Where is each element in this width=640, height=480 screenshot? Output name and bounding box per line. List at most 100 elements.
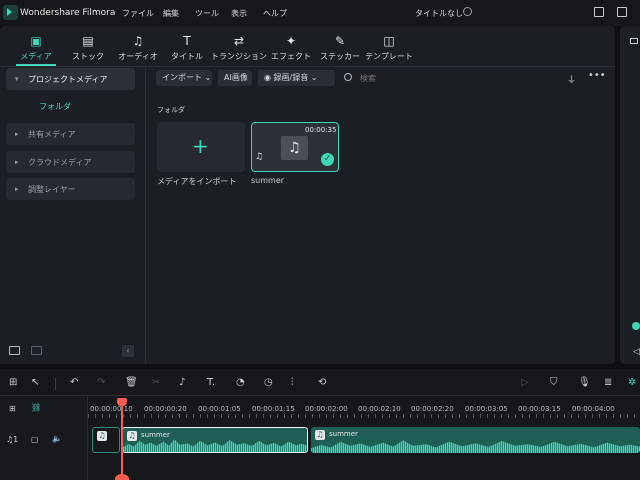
text-icon[interactable]: T.	[207, 377, 215, 389]
tab-stock[interactable]: ▤ ストック	[68, 30, 108, 64]
tab-media[interactable]: ▣ メディア	[16, 30, 56, 64]
save-status-icon	[463, 7, 472, 16]
audio-clip-stub[interactable]: ♫	[92, 427, 120, 453]
chevron-down-icon: ⌄	[204, 73, 212, 82]
tab-transition[interactable]: ⇄ トランジション	[211, 30, 267, 64]
sidebar-item-adjustment-layer[interactable]: ▸ 調整レイヤー	[6, 178, 135, 200]
folder-icon[interactable]: ▢	[31, 435, 39, 444]
ruler-label: 00:00:03:05	[465, 405, 508, 413]
filter-icon[interactable]: ⏚	[567, 73, 579, 86]
chevron-right-icon: ▸	[15, 185, 19, 193]
stock-icon: ▤	[82, 34, 94, 48]
folder-icon[interactable]	[31, 346, 42, 355]
tab-effect[interactable]: ✦ エフェクト	[271, 30, 311, 64]
preview-panel	[620, 26, 640, 364]
menu-view[interactable]: 表示	[231, 8, 247, 19]
sidebar-item-project-media[interactable]: ▾ プロジェクトメディア	[6, 68, 135, 90]
effect-icon: ✦	[285, 34, 297, 48]
collapse-sidebar-button[interactable]: ‹	[122, 345, 134, 357]
speaker-icon[interactable]: 🔈	[52, 434, 62, 443]
record-icon: ◉	[264, 73, 271, 82]
sidebar-item-shared-media[interactable]: ▸ 共有メディア	[6, 123, 135, 145]
ruler-label: 00:00:02:20	[411, 405, 454, 413]
menu-file[interactable]: ファイル	[122, 8, 154, 19]
menu-edit[interactable]: 編集	[163, 8, 179, 19]
audio-clip[interactable]: ♫ summer	[122, 427, 308, 453]
chevron-down-icon: ⌄	[310, 73, 318, 82]
transition-icon: ⇄	[233, 34, 245, 48]
audio-mixer-icon[interactable]: ≣	[604, 377, 612, 389]
sidebar-item-folder[interactable]: フォルダ	[39, 101, 71, 112]
sidebar-item-cloud-media[interactable]: ▸ クラウドメディア	[6, 151, 135, 173]
folder-heading: フォルダ	[157, 106, 185, 114]
playhead-bottom-handle[interactable]	[115, 474, 129, 480]
media-name: summer	[251, 176, 285, 185]
delete-icon[interactable]: 🗑	[125, 377, 138, 389]
layout-icon[interactable]	[594, 7, 604, 17]
settings-gear-icon[interactable]: ✲	[628, 377, 636, 389]
ruler-label: 00:00:02:10	[358, 405, 401, 413]
menu-help[interactable]: ヘルプ	[263, 8, 287, 19]
render-icon[interactable]: ▷	[521, 377, 529, 389]
link-icon[interactable]: ⛓	[31, 403, 41, 412]
sticker-icon: ✎	[334, 34, 346, 48]
timer-icon[interactable]: ◷	[264, 377, 273, 389]
grid-icon[interactable]: ⊞	[9, 377, 17, 389]
audio-edit-icon[interactable]: ♪	[179, 377, 185, 389]
preview-icon[interactable]	[630, 38, 638, 44]
chevron-right-icon: ▸	[15, 130, 19, 138]
search-input[interactable]	[360, 72, 440, 84]
export-icon[interactable]	[617, 7, 627, 17]
media-icon: ▣	[30, 34, 42, 48]
audio-clip[interactable]: ♫ summer	[311, 427, 640, 453]
tab-template[interactable]: ◫ テンプレート	[364, 30, 414, 64]
ruler-label: 00:00:03:15	[518, 405, 561, 413]
tab-audio[interactable]: ♫ オーディオ	[116, 30, 160, 64]
plus-icon: +	[192, 134, 209, 158]
microphone-icon[interactable]: 🎙	[578, 377, 591, 389]
preview-scrub-handle[interactable]	[632, 322, 640, 330]
audio-track-icon: ♫1	[6, 435, 19, 444]
media-tab-bar: ▣ メディア ▤ ストック ♫ オーディオ T タイトル ⇄ トランジション ✦…	[6, 30, 616, 64]
select-arrow-icon[interactable]: ↖	[31, 377, 39, 389]
tab-sticker[interactable]: ✎ ステッカー	[320, 30, 360, 64]
ruler-label: 00:00:04:00	[572, 405, 615, 413]
import-dropdown[interactable]: インポート ⌄	[156, 70, 212, 86]
marker-icon[interactable]: ⛉	[550, 377, 558, 389]
ai-image-button[interactable]: AI画像	[218, 70, 252, 86]
checkmark-icon: ✓	[321, 153, 334, 166]
music-note-icon: ♫	[127, 431, 137, 441]
filmora-logo-icon	[3, 5, 18, 20]
redo-icon[interactable]: ↷	[97, 377, 105, 389]
music-note-icon: ♫	[315, 430, 325, 440]
music-note-icon: ♫	[97, 431, 107, 441]
ruler-ticks	[88, 414, 640, 418]
record-dropdown[interactable]: ◉ 録画/録音 ⌄	[258, 70, 335, 86]
audio-type-icon: ♫	[255, 152, 264, 162]
ruler-label: 00:00:02:00	[305, 405, 348, 413]
media-sidebar	[0, 67, 146, 364]
replace-icon[interactable]: ⟲	[318, 377, 326, 389]
undo-icon[interactable]: ↶	[70, 377, 78, 389]
title-t-icon: T	[183, 34, 191, 48]
music-note-icon: ♫	[132, 34, 144, 48]
prev-frame-icon[interactable]: ◁	[633, 347, 640, 357]
ruler-label: 00:00:00:20	[144, 405, 187, 413]
tab-title[interactable]: T タイトル	[167, 30, 207, 64]
new-folder-icon[interactable]	[9, 346, 20, 355]
menu-tools[interactable]: ツール	[195, 8, 219, 19]
more-options-icon[interactable]: •••	[588, 70, 606, 81]
search-icon	[344, 73, 352, 81]
music-note-icon: ♫	[281, 136, 308, 160]
chevron-down-icon: ▾	[15, 75, 19, 83]
adjust-icon[interactable]: ⫶	[291, 377, 294, 389]
add-track-icon[interactable]: ⊞	[9, 404, 16, 413]
playhead-handle[interactable]	[117, 398, 127, 406]
ruler-label: 00:00:01:05	[198, 405, 241, 413]
playhead[interactable]	[121, 399, 123, 480]
media-duration: 00:00:35	[305, 126, 337, 134]
import-media-label: メディアをインポート	[157, 177, 237, 186]
speed-icon[interactable]: ◔	[236, 377, 245, 389]
cut-icon[interactable]: ✂	[152, 377, 160, 389]
app-name: Wondershare Filmora	[20, 8, 116, 18]
